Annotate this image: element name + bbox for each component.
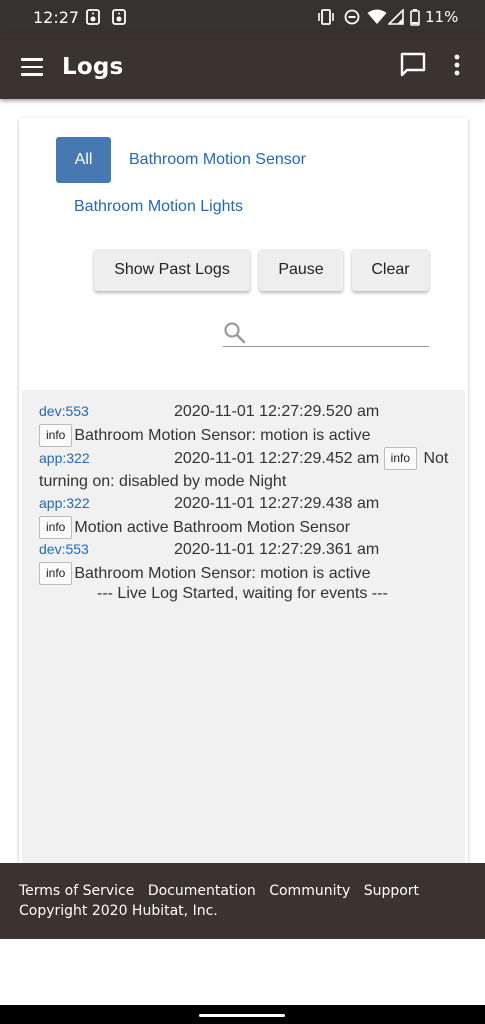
log-level-badge: info	[39, 516, 73, 540]
terms-of-service-link[interactable]: Terms of Service	[19, 883, 134, 899]
support-link[interactable]: Support	[364, 883, 419, 899]
battery-level: 11%	[425, 8, 459, 26]
system-navigation-bar	[0, 1005, 485, 1024]
battery-icon	[410, 9, 420, 26]
log-message-row: info Bathroom Motion Sensor: motion is ac…	[39, 562, 459, 586]
log-message-part: turning on: disabled by mode Night	[39, 473, 287, 490]
log-message: Bathroom Motion Sensor: motion is active	[74, 427, 371, 444]
live-log-started-message: --- Live Log Started, waiting for events…	[97, 585, 388, 602]
page-title: Logs	[62, 54, 124, 80]
more-vert-icon[interactable]	[453, 54, 461, 76]
logs-card: All Bathroom Motion Sensor Bathroom Moti…	[19, 118, 468, 863]
log-message: Bathroom Motion Sensor: motion is active	[74, 565, 371, 582]
log-message-row: info Motion active Bathroom Motion Sensor	[39, 516, 459, 540]
log-entry: dev:553 2020-11-01 12:27:29.361 am	[39, 541, 379, 559]
hamburger-menu-icon[interactable]	[21, 58, 45, 76]
log-level-badge: info	[39, 424, 73, 448]
log-message-row: 2020-11-01 12:27:29.452 am info Not	[174, 447, 464, 471]
log-message-continued: turning on: disabled by mode Night	[39, 470, 459, 493]
log-output[interactable]: dev:553 2020-11-01 12:27:29.520 am info B…	[22, 390, 465, 863]
filter-all-button[interactable]: All	[56, 137, 111, 183]
log-source-link[interactable]: dev:553	[39, 403, 89, 419]
log-time: 2020-11-01 12:27:29.361 am	[174, 541, 380, 558]
log-time: 2020-11-01 12:27:29.520 am	[174, 403, 380, 420]
log-entry: app:322	[39, 450, 90, 468]
show-past-logs-button[interactable]: Show Past Logs	[94, 249, 250, 291]
wifi-icon	[367, 9, 387, 24]
footer-links: Terms of Service Documentation Community…	[19, 883, 428, 899]
log-source-link[interactable]: app:322	[39, 450, 90, 466]
do-not-disturb-icon	[344, 9, 360, 25]
community-link[interactable]: Community	[269, 883, 350, 899]
speaker-notification-icon	[86, 9, 100, 25]
clear-button[interactable]: Clear	[352, 249, 429, 291]
status-bar: 12:27 11%	[0, 0, 485, 33]
log-source-link[interactable]: app:322	[39, 495, 90, 511]
log-source-link[interactable]: dev:553	[39, 541, 89, 557]
search-icon	[224, 322, 246, 344]
filter-bathroom-motion-sensor[interactable]: Bathroom Motion Sensor	[129, 151, 306, 169]
log-message: Motion active Bathroom Motion Sensor	[74, 519, 351, 536]
log-entry: dev:553 2020-11-01 12:27:29.520 am	[39, 403, 379, 421]
app-bar: Logs	[0, 33, 485, 99]
filter-bathroom-motion-lights[interactable]: Bathroom Motion Lights	[74, 198, 243, 216]
log-level-badge: info	[383, 447, 418, 471]
log-message-row: info Bathroom Motion Sensor: motion is ac…	[39, 424, 459, 448]
log-entry: app:322 2020-11-01 12:27:29.438 am	[39, 495, 379, 513]
documentation-link[interactable]: Documentation	[148, 883, 256, 899]
home-gesture-handle[interactable]	[199, 1014, 285, 1017]
search-field	[223, 321, 429, 347]
copyright-text: Copyright 2020 Hubitat, Inc.	[19, 903, 218, 919]
log-time: 2020-11-01 12:27:29.438 am	[174, 495, 380, 512]
speaker-notification-icon	[112, 9, 126, 25]
vibrate-icon	[318, 9, 334, 25]
log-time: 2020-11-01 12:27:29.452 am	[174, 450, 380, 467]
cellular-signal-icon	[388, 9, 404, 25]
chat-feedback-icon[interactable]	[399, 51, 427, 79]
pause-button[interactable]: Pause	[259, 249, 343, 291]
search-input[interactable]	[253, 321, 423, 345]
log-level-badge: info	[39, 562, 73, 586]
footer: Terms of Service Documentation Community…	[0, 863, 485, 939]
status-time: 12:27	[33, 8, 80, 27]
log-message-part: Not	[423, 450, 449, 467]
